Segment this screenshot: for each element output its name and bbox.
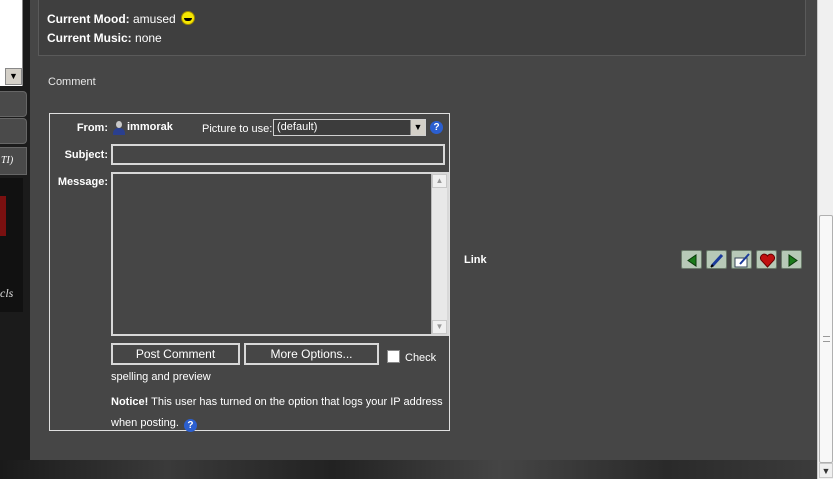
help-icon[interactable]: ? (183, 419, 197, 432)
from-username[interactable]: immorak (127, 121, 173, 133)
link-label[interactable]: Link (464, 254, 487, 266)
chevron-down-icon[interactable]: ▼ (5, 68, 22, 85)
mood-label: Current Mood: (47, 12, 130, 26)
comment-form: From: immorak Picture to use: (default) … (49, 113, 450, 434)
spelling-preview-label: spelling and preview (111, 371, 211, 383)
left-tab-label: TI) (1, 155, 14, 166)
scroll-down-icon[interactable]: ▼ (432, 320, 447, 334)
banner-red-accent (0, 196, 6, 236)
grip-icon (823, 336, 830, 342)
scroll-up-icon[interactable]: ▲ (432, 174, 447, 188)
scroll-down-icon[interactable]: ▼ (819, 463, 833, 478)
picture-to-use-label: Picture to use: (202, 123, 273, 135)
left-tab-2[interactable] (0, 118, 27, 144)
subject-input[interactable] (111, 144, 445, 165)
current-mood-line: Current Mood: amused (47, 11, 196, 26)
edit-entry-icon[interactable] (706, 250, 727, 269)
from-label: From: (76, 122, 108, 134)
left-tab-1[interactable] (0, 91, 27, 117)
entry-metadata-box: Current Mood: amused Current Music: none (38, 0, 806, 56)
mood-value: amused (133, 12, 176, 26)
picture-select-value: (default) (277, 121, 318, 133)
help-icon[interactable]: ? (430, 121, 443, 134)
user-icon[interactable] (113, 121, 125, 135)
next-entry-icon[interactable] (781, 250, 802, 269)
amused-smiley-icon (181, 11, 196, 25)
left-listbox[interactable]: ▼ (0, 0, 23, 86)
chevron-down-icon[interactable]: ▼ (410, 120, 425, 135)
ip-logging-notice: Notice! This user has turned on the opti… (111, 392, 446, 434)
scrollbar-thumb[interactable] (819, 215, 833, 463)
left-banner-image: cls (0, 178, 23, 312)
picture-select[interactable]: (default) ▼ (273, 119, 426, 136)
subject-label: Subject: (64, 149, 108, 161)
comment-section-title: Comment (48, 76, 96, 88)
message-scrollbar[interactable]: ▲ ▼ (431, 174, 447, 334)
notice-label: Notice! (111, 396, 149, 408)
notice-text: This user has turned on the option that … (111, 396, 443, 429)
banner-script-text: cls (0, 286, 14, 300)
message-label: Message: (57, 176, 108, 188)
check-label: Check (405, 352, 437, 364)
tags-icon[interactable] (731, 250, 752, 269)
spellcheck-checkbox[interactable] (387, 350, 400, 363)
message-textarea[interactable]: ▲ ▼ (111, 172, 449, 336)
current-music-line: Current Music: none (47, 31, 162, 45)
prev-entry-icon[interactable] (681, 250, 702, 269)
memories-icon[interactable] (756, 250, 777, 269)
more-options-button[interactable]: More Options... (244, 343, 379, 365)
music-label: Current Music: (47, 31, 132, 45)
music-value: none (135, 31, 162, 45)
post-comment-button[interactable]: Post Comment (111, 343, 240, 365)
page-scrollbar[interactable]: ▼ (817, 0, 833, 479)
left-tab-3[interactable]: TI) (0, 147, 27, 175)
